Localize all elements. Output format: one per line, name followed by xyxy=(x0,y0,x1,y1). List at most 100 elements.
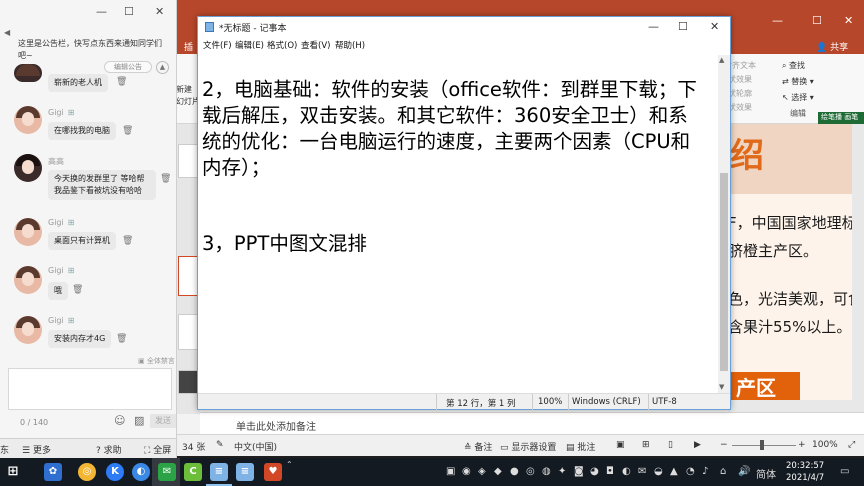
wechat-tray-icon[interactable]: ✉ xyxy=(638,466,646,477)
emoji-icon[interactable]: ☺ xyxy=(114,414,125,427)
zoom-slider[interactable] xyxy=(732,445,796,446)
tray-icon[interactable]: ◕ xyxy=(590,466,599,477)
minimize-icon[interactable]: — xyxy=(96,5,107,18)
ime-indicator[interactable]: 简体 xyxy=(756,466,776,481)
chevron-left-icon[interactable]: ◀ xyxy=(4,28,10,37)
replace-button[interactable]: ⇄ 替换 ▾ xyxy=(782,76,814,87)
clock[interactable]: 20:32:57 2021/4/7 xyxy=(786,460,824,484)
kuake-icon[interactable]: K xyxy=(106,463,124,481)
zoom-in-icon[interactable]: + xyxy=(798,440,806,450)
tray-icon[interactable]: ● xyxy=(510,466,519,477)
notepad-title-bar[interactable]: *无标题 - 记事本 — ☐ ✕ xyxy=(198,17,730,37)
trash-icon[interactable]: 🗑 xyxy=(122,236,133,246)
browser-icon[interactable]: ◐ xyxy=(132,463,150,481)
zoom-level[interactable]: 100% xyxy=(812,440,838,450)
notes-pane[interactable]: 单击此处添加备注 xyxy=(200,412,864,434)
notepad-taskbar-icon-2[interactable]: ≡ xyxy=(236,463,254,481)
mute-all-toggle[interactable]: ▣ 全体禁言 xyxy=(138,356,175,366)
chat-message-input[interactable] xyxy=(8,368,172,410)
green-app-icon[interactable]: C xyxy=(184,463,202,481)
edit-announcement-button[interactable]: 编辑公告 xyxy=(104,61,152,73)
slide-canvas[interactable]: 绍 F，中国国家地理标 脐橙主产区。 色，光洁美观，可食 含果汁55%以上。 产… xyxy=(728,124,864,400)
maximize-icon[interactable]: ☐ xyxy=(124,5,134,18)
send-button[interactable]: 发送 xyxy=(150,414,176,428)
close-icon[interactable]: ✕ xyxy=(155,5,164,18)
scroll-up-icon[interactable]: ▲ xyxy=(719,56,724,64)
network-icon[interactable]: ⌂ xyxy=(720,466,726,477)
ppt-horizontal-scrollbar[interactable] xyxy=(728,400,864,412)
display-settings-button[interactable]: ▭ 显示器设置 xyxy=(500,440,556,453)
tray-icon[interactable]: ◆ xyxy=(494,466,502,477)
help-button[interactable]: ? 求助 xyxy=(96,443,122,456)
tray-icon[interactable]: ◙ xyxy=(574,466,584,477)
ppt-vertical-scrollbar[interactable] xyxy=(852,124,864,400)
zoom-slider-thumb[interactable] xyxy=(760,440,764,450)
trash-icon[interactable]: 🗑 xyxy=(72,285,83,295)
notifications-icon[interactable]: ▭ xyxy=(840,466,849,477)
trash-icon[interactable]: 🗑 xyxy=(116,77,127,87)
tray-icon[interactable]: ♪ xyxy=(702,466,708,477)
tray-icon[interactable]: ◉ xyxy=(462,466,471,477)
select-button[interactable]: ↖ 选择 ▾ xyxy=(782,92,814,103)
avatar[interactable] xyxy=(14,64,42,82)
avatar[interactable] xyxy=(14,218,42,246)
tray-icon[interactable]: ✦ xyxy=(558,466,566,477)
slide-thumbnail[interactable] xyxy=(178,314,198,350)
tray-icon[interactable]: ◒ xyxy=(654,466,663,477)
fit-to-window-icon[interactable]: ⤢ xyxy=(848,440,855,450)
menu-format[interactable]: 格式(O) xyxy=(267,39,297,51)
reading-view-icon[interactable]: ▯ xyxy=(668,440,673,450)
menu-help[interactable]: 帮助(H) xyxy=(335,39,365,51)
comments-button[interactable]: ▤ 批注 xyxy=(566,440,595,453)
minimize-icon[interactable]: — xyxy=(648,20,659,33)
menu-edit[interactable]: 编辑(E) xyxy=(235,39,264,51)
tray-icon[interactable]: ◍ xyxy=(542,466,551,477)
trash-icon[interactable]: 🗑 xyxy=(122,126,133,136)
avatar[interactable] xyxy=(14,106,42,134)
shape-effects-button-2[interactable]: 状效果 xyxy=(728,102,752,113)
slide-thumbnail[interactable] xyxy=(178,144,198,178)
chrome-icon[interactable]: ◎ xyxy=(78,463,96,481)
menu-file[interactable]: 文件(F) xyxy=(203,39,232,51)
shape-effects-button[interactable]: 状效果 xyxy=(728,74,752,85)
share-button[interactable]: 👤 共享 xyxy=(816,40,848,53)
avatar[interactable] xyxy=(14,316,42,344)
trash-icon[interactable]: 🗑 xyxy=(116,334,127,344)
trash-icon[interactable]: 🗑 xyxy=(160,174,171,184)
app-icon[interactable]: ✿ xyxy=(44,463,62,481)
close-icon[interactable]: ✕ xyxy=(710,20,719,33)
scroll-down-icon[interactable]: ▼ xyxy=(719,383,724,391)
fullscreen-button[interactable]: ⛶ 全屏 xyxy=(144,443,171,456)
collapse-icon[interactable]: ▲ xyxy=(156,61,169,74)
tray-icon[interactable]: ▣ xyxy=(446,466,455,477)
volume-icon[interactable]: 🔊 xyxy=(738,466,750,477)
slide-sorter-icon[interactable]: ⊞ xyxy=(642,440,650,450)
tray-icon[interactable]: ◔ xyxy=(686,466,695,477)
image-icon[interactable]: ▨ xyxy=(134,414,144,427)
normal-view-icon[interactable]: ▣ xyxy=(616,440,625,450)
more-button[interactable]: ☰ 更多 xyxy=(22,443,51,456)
avatar[interactable] xyxy=(14,266,42,294)
vertical-scrollbar[interactable]: ▲ ▼ xyxy=(718,55,730,393)
shape-outline-button[interactable]: 状轮廓 xyxy=(728,88,752,99)
new-slide-button[interactable]: 新建 xyxy=(176,84,192,95)
slide-thumbnail[interactable] xyxy=(178,370,198,394)
notepad-taskbar-icon[interactable]: ≡ xyxy=(210,463,228,481)
tray-icon[interactable]: ◐ xyxy=(622,466,631,477)
scrollbar-thumb[interactable] xyxy=(720,173,728,371)
avatar[interactable] xyxy=(14,154,42,182)
chevron-up-icon[interactable]: ⌃ xyxy=(286,460,293,469)
zoom-out-icon[interactable]: − xyxy=(720,440,728,450)
maximize-icon[interactable]: ☐ xyxy=(678,20,688,33)
tab-insert[interactable]: 插 xyxy=(184,40,193,53)
ppt-taskbar-icon[interactable]: ♥ xyxy=(264,463,282,481)
maximize-icon[interactable]: ☐ xyxy=(812,14,822,27)
slideshow-icon[interactable]: ▶ xyxy=(694,440,701,450)
language-status[interactable]: 中文(中国) xyxy=(234,440,277,453)
menu-view[interactable]: 查看(V) xyxy=(301,39,330,51)
text-editor[interactable]: 2，电脑基础：软件的安装（office软件：到群里下载；下 载后解压，双击安装。… xyxy=(198,55,718,393)
spellcheck-icon[interactable]: ✎ xyxy=(216,440,224,450)
tray-icon[interactable]: ◘ xyxy=(606,466,614,477)
minimize-icon[interactable]: — xyxy=(772,14,783,27)
wechat-icon[interactable]: ✉ xyxy=(158,463,176,481)
